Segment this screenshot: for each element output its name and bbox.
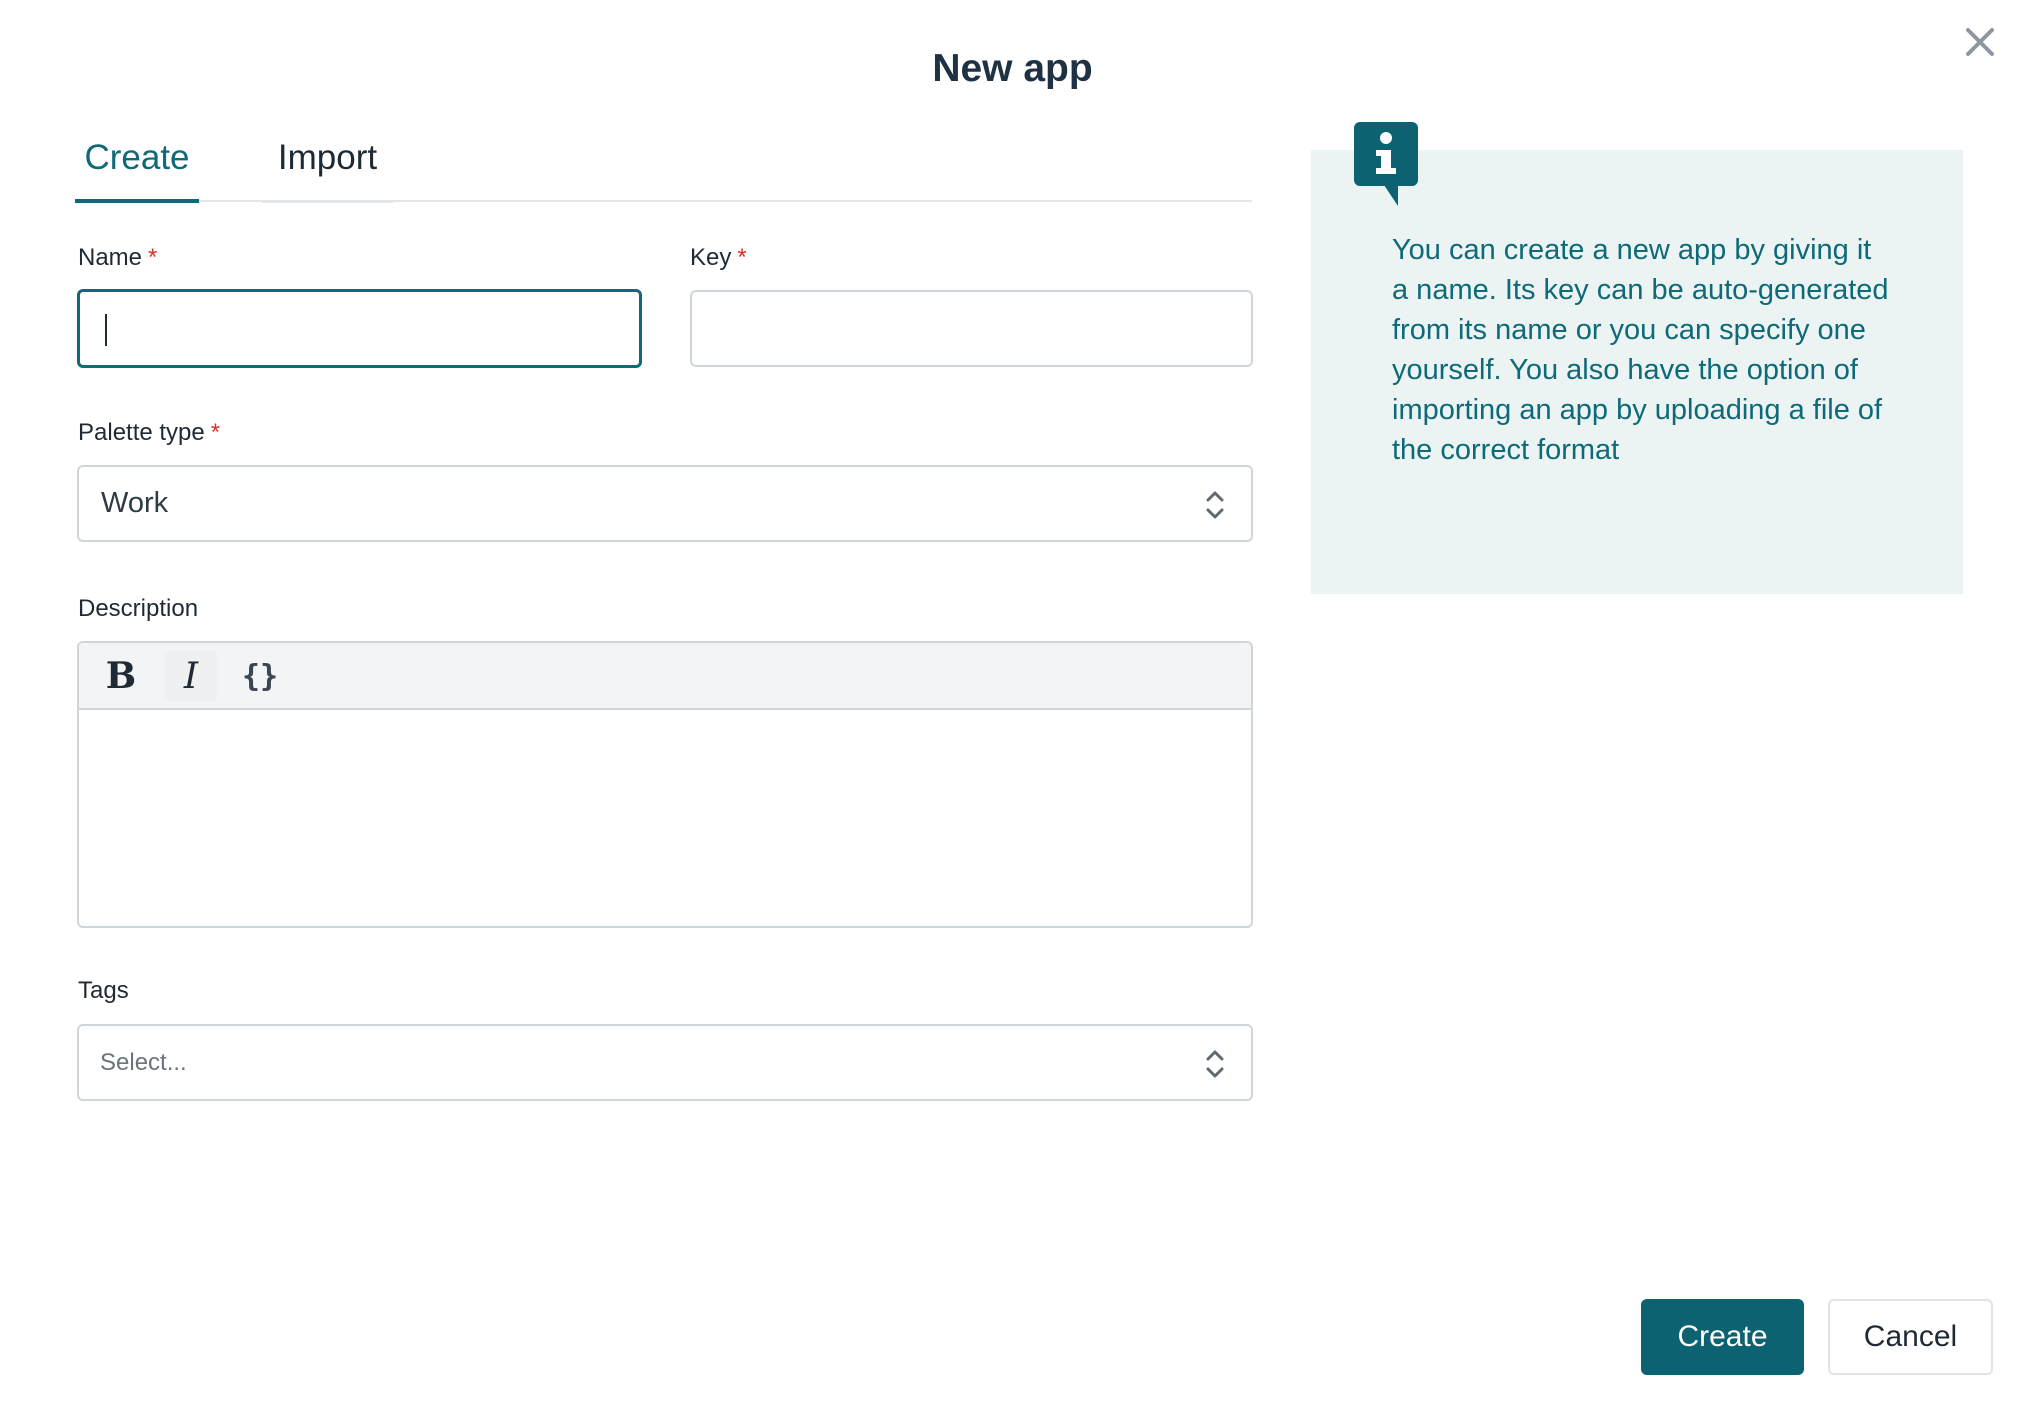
tab-import[interactable]: Import <box>262 128 393 203</box>
close-button[interactable] <box>1956 18 2004 66</box>
info-text: You can create a new app by giving it a … <box>1392 234 1889 466</box>
key-label: Key * <box>690 244 747 272</box>
create-button[interactable]: Create <box>1641 1299 1804 1375</box>
dialog-title: New app <box>932 47 1093 90</box>
name-label-text: Name <box>78 244 143 271</box>
code-button[interactable]: {} <box>234 651 286 701</box>
new-app-dialog: New app Create Import Name * Key * Palette… <box>0 0 2025 1412</box>
tags-placeholder: Select... <box>100 1048 187 1076</box>
tags-label: Tags <box>78 977 129 1004</box>
palette-type-label: Palette type * <box>78 419 220 447</box>
key-label-text: Key <box>690 244 732 271</box>
text-caret <box>105 314 107 346</box>
required-marker: * <box>148 244 158 271</box>
close-icon <box>1966 28 1994 56</box>
italic-button[interactable]: I <box>165 651 217 701</box>
key-input[interactable] <box>690 290 1253 367</box>
info-icon <box>1354 122 1418 206</box>
editor-toolbar: B I {} <box>79 643 1251 710</box>
description-editor: B I {} <box>77 641 1253 928</box>
tags-select[interactable]: Select... <box>77 1024 1253 1101</box>
chevron-up-down-icon <box>1206 1050 1224 1078</box>
description-textarea[interactable] <box>79 710 1251 926</box>
tab-create[interactable]: Create <box>75 128 199 203</box>
name-input[interactable] <box>77 289 642 368</box>
description-label: Description <box>78 595 199 622</box>
required-marker: * <box>737 244 747 271</box>
cancel-button[interactable]: Cancel <box>1828 1299 1993 1375</box>
name-label: Name * <box>78 244 157 272</box>
palette-type-value: Work <box>101 487 169 519</box>
chevron-up-down-icon <box>1206 491 1224 519</box>
bold-button[interactable]: B <box>95 651 147 701</box>
required-marker: * <box>210 419 221 446</box>
palette-type-label-text: Palette type <box>78 419 205 446</box>
palette-type-select[interactable]: Work <box>77 465 1253 542</box>
tab-bar: Create Import <box>75 128 1252 203</box>
